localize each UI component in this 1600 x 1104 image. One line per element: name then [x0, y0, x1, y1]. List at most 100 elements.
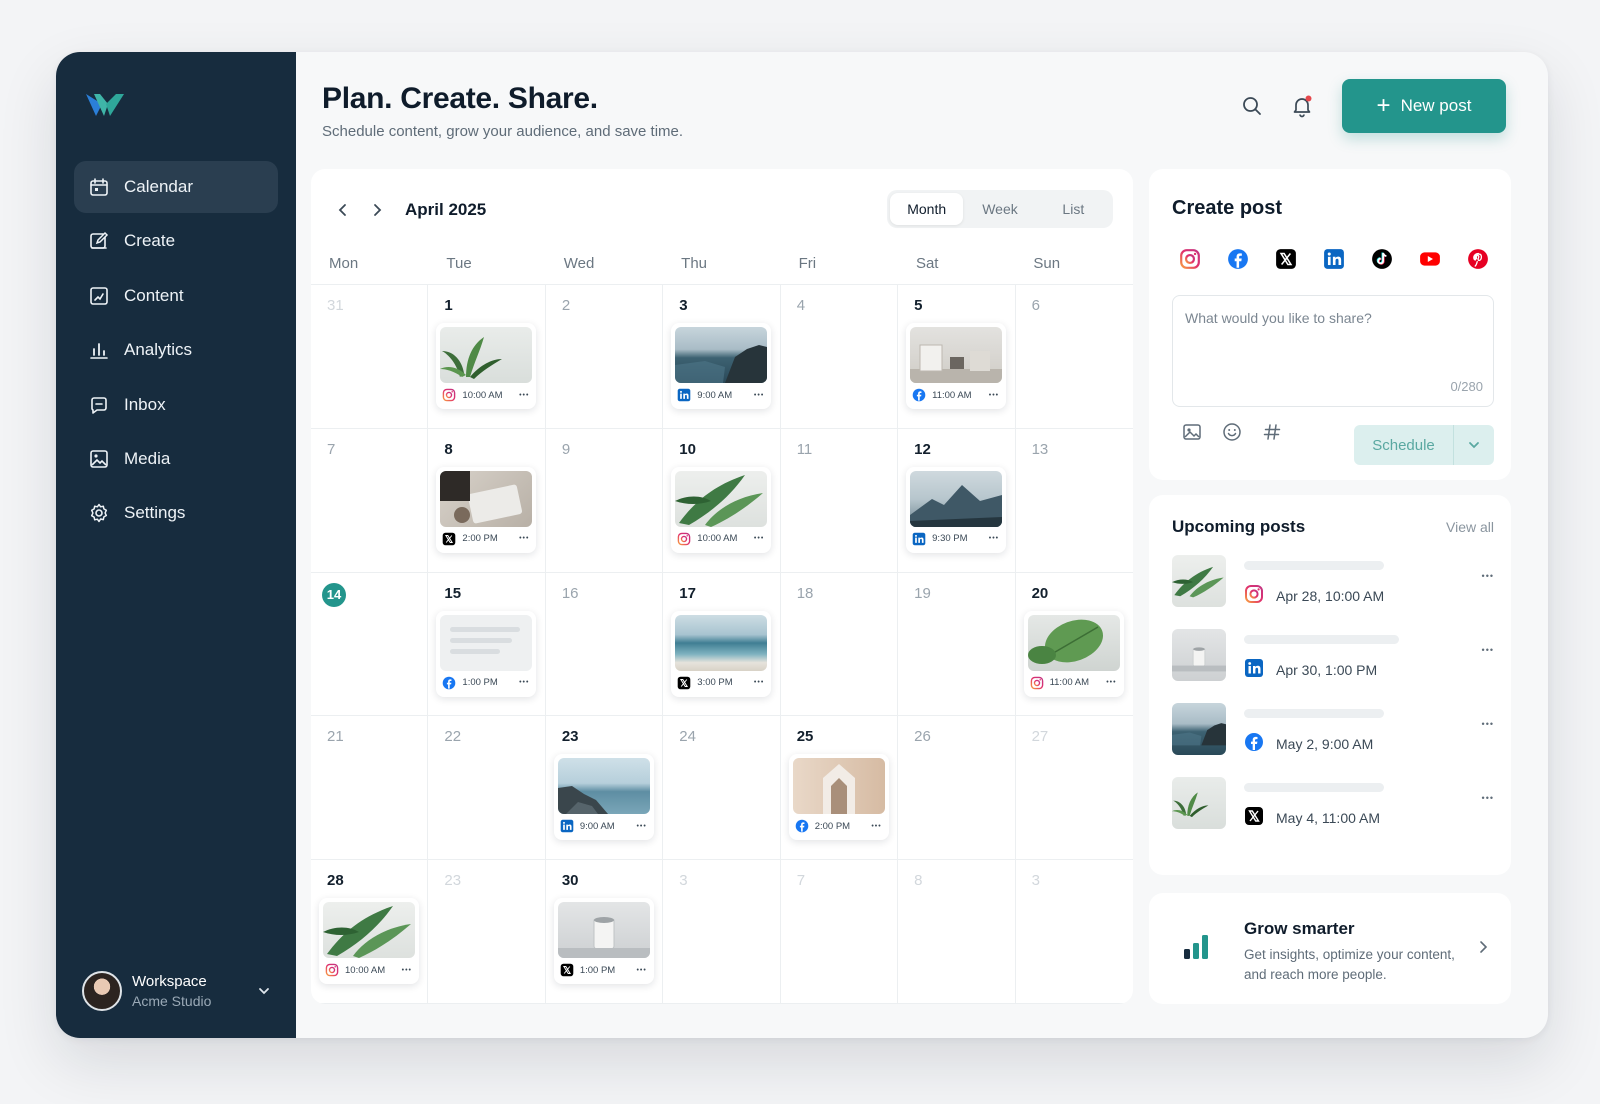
more-icon[interactable]: •••: [1106, 679, 1116, 686]
calendar-day[interactable]: 19: [898, 572, 1016, 717]
grow-smarter-card[interactable]: Grow smarter Get insights, optimize your…: [1149, 893, 1511, 1004]
workspace-switcher[interactable]: Workspace Acme Studio: [82, 968, 272, 1014]
post-card[interactable]: 2:00 PM •••: [788, 754, 889, 841]
calendar-day[interactable]: 3: [1015, 860, 1133, 1004]
calendar-day[interactable]: 8 2:00 PM •••: [428, 428, 546, 573]
calendar-day[interactable]: 7: [311, 428, 429, 573]
facebook-icon[interactable]: [1223, 244, 1253, 274]
post-card[interactable]: 10:00 AM •••: [319, 898, 419, 985]
chevron-right-icon[interactable]: [365, 198, 389, 222]
calendar-day[interactable]: 28 10:00 AM •••: [311, 860, 429, 1004]
upcoming-post-item[interactable]: Apr 28, 10:00 AM •••: [1172, 555, 1494, 609]
sidebar-item-media[interactable]: Media: [74, 433, 278, 485]
chevron-left-icon[interactable]: [331, 198, 355, 222]
more-icon[interactable]: •••: [1482, 645, 1494, 655]
more-icon[interactable]: •••: [519, 535, 529, 542]
calendar-day[interactable]: 23: [428, 860, 546, 1004]
post-card[interactable]: 11:00 AM •••: [906, 323, 1007, 409]
calendar-day[interactable]: 30 1:00 PM •••: [545, 860, 664, 1004]
calendar-day[interactable]: 22: [428, 716, 546, 861]
tiktok-icon[interactable]: [1367, 244, 1397, 274]
calendar-day[interactable]: 12 9:30 PM •••: [898, 428, 1016, 573]
calendar-day[interactable]: 31: [311, 285, 429, 429]
more-icon[interactable]: •••: [1482, 793, 1494, 803]
calendar-day[interactable]: 17 3:00 PM •••: [663, 572, 781, 717]
sidebar-item-analytics[interactable]: Analytics: [74, 324, 278, 376]
tab-list[interactable]: List: [1037, 193, 1110, 225]
calendar-day[interactable]: 7: [780, 860, 899, 1004]
calendar-day[interactable]: 24: [663, 716, 781, 861]
upcoming-post-item[interactable]: May 2, 9:00 AM •••: [1172, 703, 1494, 757]
more-icon[interactable]: •••: [402, 967, 412, 974]
linkedin-icon[interactable]: [1319, 244, 1349, 274]
sidebar-item-calendar[interactable]: Calendar: [74, 161, 278, 213]
calendar-day[interactable]: 27: [1015, 716, 1133, 861]
sidebar-item-create[interactable]: Create: [74, 215, 278, 267]
post-card[interactable]: 11:00 AM •••: [1023, 610, 1124, 697]
calendar-day[interactable]: 21: [311, 716, 429, 861]
view-all-link[interactable]: View all: [1446, 519, 1494, 535]
post-card[interactable]: 10:00 AM •••: [436, 323, 537, 409]
calendar-day[interactable]: 16: [545, 572, 664, 717]
calendar-day[interactable]: 20 11:00 AM •••: [1015, 573, 1133, 717]
calendar-day[interactable]: 8: [898, 860, 1016, 1004]
sidebar-item-inbox[interactable]: Inbox: [74, 379, 278, 431]
post-card[interactable]: 1:00 PM •••: [436, 610, 537, 697]
calendar-day[interactable]: 15 1:00 PM •••: [428, 572, 546, 717]
post-card[interactable]: 9:00 AM •••: [671, 323, 772, 409]
calendar-day[interactable]: 9: [545, 428, 664, 573]
post-card[interactable]: 9:00 AM •••: [553, 754, 654, 841]
calendar-day[interactable]: 6: [1015, 285, 1133, 429]
calendar-day[interactable]: 10 10:00 AM •••: [663, 428, 781, 573]
calendar-day[interactable]: 14: [311, 572, 429, 717]
more-icon[interactable]: •••: [754, 392, 764, 399]
more-icon[interactable]: •••: [636, 967, 646, 974]
upcoming-post-item[interactable]: Apr 30, 1:00 PM •••: [1172, 629, 1494, 683]
more-icon[interactable]: •••: [1482, 719, 1494, 729]
post-card[interactable]: 10:00 AM •••: [671, 466, 772, 553]
calendar-day[interactable]: 3 9:00 AM •••: [663, 285, 781, 429]
search-icon[interactable]: [1240, 94, 1264, 118]
bell-icon[interactable]: [1290, 94, 1314, 118]
post-textarea[interactable]: [1173, 296, 1493, 406]
post-card[interactable]: 1:00 PM •••: [553, 898, 654, 985]
more-icon[interactable]: •••: [519, 392, 529, 399]
calendar-day[interactable]: 13: [1015, 429, 1133, 573]
youtube-icon[interactable]: [1415, 244, 1445, 274]
pinterest-icon[interactable]: [1463, 244, 1493, 274]
new-post-button[interactable]: + New post: [1342, 79, 1506, 133]
calendar-day[interactable]: 4: [780, 285, 899, 429]
calendar-day[interactable]: 18: [780, 572, 899, 717]
post-card[interactable]: 9:30 PM •••: [906, 466, 1007, 553]
more-icon[interactable]: •••: [1482, 571, 1494, 581]
tab-week[interactable]: Week: [963, 193, 1036, 225]
emoji-icon[interactable]: [1221, 421, 1243, 443]
x-icon[interactable]: [1271, 244, 1301, 274]
hashtag-icon[interactable]: [1261, 421, 1283, 443]
more-icon[interactable]: •••: [871, 823, 881, 830]
instagram-icon[interactable]: [1175, 244, 1205, 274]
calendar-day[interactable]: 25 2:00 PM •••: [780, 716, 899, 861]
more-icon[interactable]: •••: [989, 392, 999, 399]
tab-month[interactable]: Month: [890, 193, 964, 225]
image-icon[interactable]: [1181, 421, 1203, 443]
calendar-day[interactable]: 26: [898, 716, 1016, 861]
calendar-day[interactable]: 1 10:00 AM •••: [428, 285, 546, 429]
calendar-day[interactable]: 23 9:00 AM •••: [545, 716, 664, 861]
sidebar-item-settings[interactable]: Settings: [74, 487, 278, 539]
post-card[interactable]: 2:00 PM •••: [436, 466, 537, 553]
more-icon[interactable]: •••: [636, 823, 646, 830]
more-icon[interactable]: •••: [989, 535, 999, 542]
post-card[interactable]: 3:00 PM •••: [671, 610, 772, 697]
schedule-dropdown-button[interactable]: [1454, 425, 1494, 465]
more-icon[interactable]: •••: [754, 535, 764, 542]
calendar-day[interactable]: 2: [545, 285, 664, 429]
sidebar-item-content[interactable]: Content: [74, 270, 278, 322]
upcoming-post-item[interactable]: May 4, 11:00 AM •••: [1172, 777, 1494, 831]
calendar-day[interactable]: 5 11:00 AM •••: [898, 285, 1016, 429]
brand-logo[interactable]: [84, 90, 130, 120]
more-icon[interactable]: •••: [519, 679, 529, 686]
schedule-button[interactable]: Schedule: [1354, 425, 1454, 465]
calendar-day[interactable]: 3: [663, 860, 781, 1004]
more-icon[interactable]: •••: [754, 679, 764, 686]
